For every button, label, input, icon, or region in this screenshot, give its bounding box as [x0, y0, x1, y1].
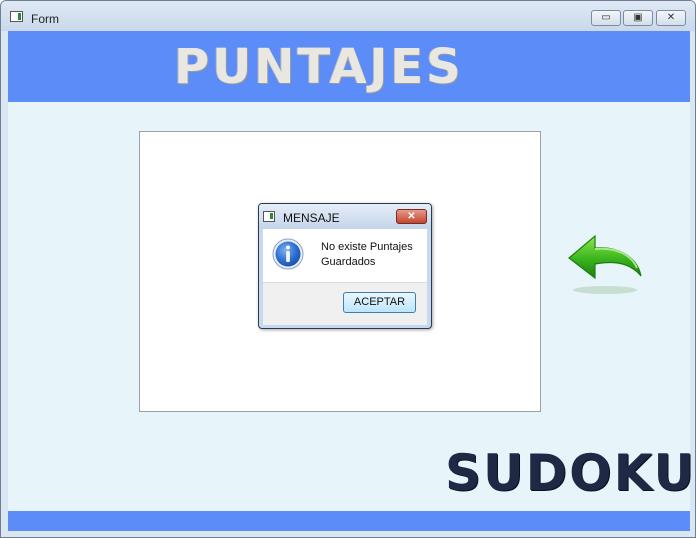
close-button[interactable]: ✕	[656, 10, 686, 26]
minimize-button[interactable]: ▭	[591, 10, 621, 26]
dialog-title-bar[interactable]: MENSAJE ✕	[259, 204, 431, 229]
maximize-button[interactable]: ▣	[623, 10, 653, 26]
page-title: PUNTAJES	[174, 39, 464, 95]
dialog-body: No existe Puntajes Guardados	[263, 229, 427, 282]
app-icon	[10, 11, 23, 22]
dialog-title: MENSAJE	[283, 211, 340, 225]
dialog-app-icon	[263, 211, 275, 222]
title-bar[interactable]: Form ▭ ▣ ✕	[1, 1, 695, 31]
sudoku-logo: SUDOKU	[445, 444, 696, 502]
dialog-footer: ACEPTAR	[263, 282, 427, 325]
dialog-close-button[interactable]: ✕	[396, 209, 427, 224]
window-title: Form	[31, 12, 59, 26]
info-icon	[272, 238, 304, 270]
accept-button[interactable]: ACEPTAR	[343, 292, 416, 313]
back-arrow-icon[interactable]	[565, 232, 645, 296]
footer-banner	[8, 511, 690, 531]
dialog-message: No existe Puntajes Guardados	[321, 241, 413, 268]
header-banner: PUNTAJES	[8, 31, 690, 102]
app-window: Form ▭ ▣ ✕ PUNTAJES SUDOKU MENSAJE ✕ No …	[0, 0, 696, 538]
message-dialog: MENSAJE ✕ No existe Puntajes Guardados A…	[258, 203, 432, 329]
